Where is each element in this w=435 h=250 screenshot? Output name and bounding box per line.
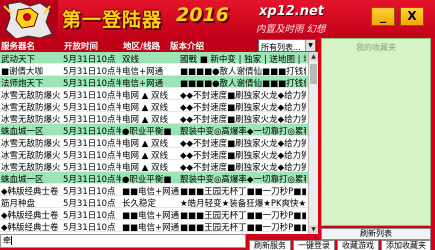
add-favorites-button[interactable]: 添加收藏夹 <box>381 240 431 250</box>
slogan-text: 内置及时雨 幻想 <box>256 24 326 35</box>
favorites-placeholder: 我的收藏夹 <box>356 43 396 52</box>
table-row[interactable]: 冰雪无敌防爆火龙5月31日10点半电网 ▲ 双线◆◆不封速度■刷独家火龙◆给力狮 <box>0 136 308 149</box>
table-row[interactable]: 冰雪无敌防爆火龙5月31日10点半电网 ▲ 双线◆◆不封速度■刷独家火龙◆给力狮 <box>0 88 308 101</box>
server-filter-select[interactable]: 所有列表... ▼ <box>258 39 316 52</box>
app-year: 2016 <box>176 4 229 26</box>
table-row[interactable]: 法师炮天下 5月31日10点半 电信+网通 ■■■■●散人谢倩仙■■■打钱就 <box>0 76 308 89</box>
table-row[interactable]: 冰雪无敌防爆火龙5月31日10点半电网 ▲ 双线◆◆不封速度■刷独家火龙◆给力狮 <box>0 160 308 173</box>
title-bar: 第一登陆器 2016 xp12.net 内置及时雨 幻想 _ X <box>0 0 435 40</box>
minimize-button[interactable]: _ <box>371 7 395 26</box>
table-row[interactable]: 武动天下5月31日10点双线國戰 ■ 新中变 | 独家 | 送地图 | 地图仙参… <box>0 52 308 65</box>
table-row[interactable]: ■谢倩大咖 5月31日10点半 电信+网通 ■■■■●散人谢倩仙■■■打钱就 <box>0 64 308 77</box>
scroll-down-icon[interactable]: ▼ <box>309 225 318 234</box>
table-row[interactable]: 冰雪无敌防爆火龙5月31日10点半电网 ▲ 双线◆◆不封速度■刷独家火龙◆给力狮 <box>0 100 308 113</box>
text-cursor <box>11 236 12 245</box>
table-row[interactable]: 蛛血城一区 5月31日10点半 ●职业平衡■ 靓装中变◎高爆率◆一切靠打◎累积 <box>0 124 308 137</box>
server-list-panel: 服务器名 开放时间 地区/线路 版本介绍 所有列表... ▼ 武动天下 5月31日… <box>0 38 318 234</box>
warrior-logo-icon <box>0 0 58 40</box>
column-header-line[interactable]: 地区/线路 <box>123 40 160 52</box>
table-row[interactable]: ◆韩版经典士卷5月31日10点■■电信+网通■■■■王园无杯丁■■一刀秒P■■ <box>0 208 308 221</box>
table-header: 服务器名 开放时间 地区/线路 版本介绍 所有列表... ▼ <box>0 38 318 52</box>
refresh-server-button[interactable]: 刷新服务 <box>249 240 291 250</box>
quick-login-button[interactable]: 一键登录 <box>293 240 335 250</box>
scroll-thumb[interactable] <box>310 64 317 84</box>
table-scrollbar[interactable]: ▲ ▼ <box>308 52 318 234</box>
notice-input-value: 牵 <box>3 236 11 245</box>
table-row[interactable]: ◆韩版经典士卷5月31日10点■■电信+网通■■■■王园无杯丁■■一刀秒P■■ <box>0 184 308 197</box>
table-row[interactable]: 冰雪无敌防爆火龙5月31日10点半电网 ▲ 双线◆◆不封速度■刷独家火龙◆给力狮 <box>0 148 308 161</box>
table-row[interactable]: 蛛血城一区 5月31日10点半 ●职业平衡■ 靓装中变◎高爆率◆一切靠打◎累积 <box>0 172 308 185</box>
table-row[interactable]: 筋月种盘5月31日10点长久稳定★皓月轻变★装备狂爆★PK爽快★经典毛 <box>0 196 308 209</box>
refresh-list-button[interactable]: 刷新列表 <box>321 228 431 240</box>
table-row[interactable]: ◆韩版经典士卷5月31日10点■■电信+网通■■■■王园无杯丁■■一刀秒P■■ <box>0 220 308 233</box>
column-header-time[interactable]: 开放时间 <box>64 40 98 52</box>
close-button[interactable]: X <box>400 7 424 26</box>
column-header-name[interactable]: 服务器名 <box>1 40 35 52</box>
table-row[interactable]: 冰雪无敌防爆火龙5月31日10点半电网 ▲ 双线◆◆不封速度■刷独家火龙◆给力狮 <box>0 112 308 125</box>
notice-input[interactable]: 牵 <box>0 234 246 248</box>
app-title: 第一登陆器 <box>62 9 163 31</box>
favorite-game-button[interactable]: 收藏游戏 <box>337 240 379 250</box>
column-header-desc[interactable]: 版本介绍 <box>170 40 204 52</box>
favorites-panel[interactable]: 我的收藏夹 <box>321 38 431 226</box>
site-url[interactable]: xp12.net <box>259 4 324 19</box>
chevron-down-icon[interactable]: ▼ <box>305 40 315 51</box>
server-table-body: 武动天下5月31日10点双线國戰 ■ 新中变 | 独家 | 送地图 | 地图仙参… <box>0 52 308 234</box>
scroll-up-icon[interactable]: ▲ <box>309 52 318 61</box>
